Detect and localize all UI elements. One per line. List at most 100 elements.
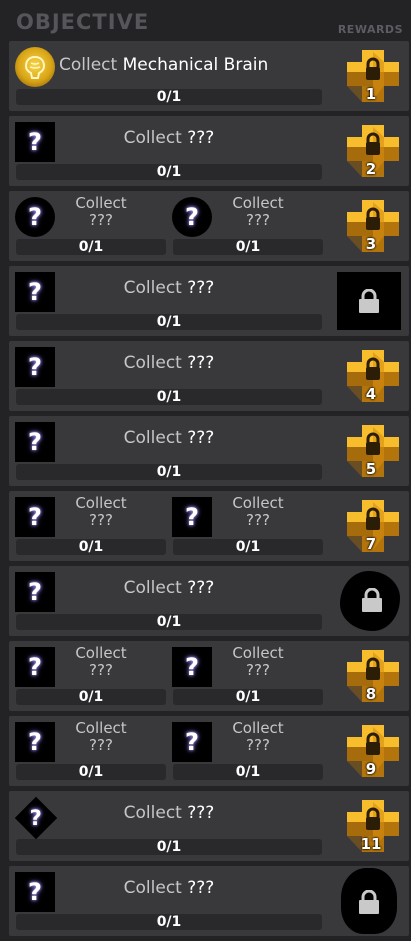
objective-row: ? Collect ??? 0/1 (9, 866, 409, 936)
objective-label: Collect??? (51, 495, 151, 529)
unknown-mark: ? (28, 203, 42, 231)
objective-row: ? Collect ??? 0/1 2 (9, 116, 409, 186)
item-name: ??? (187, 878, 215, 898)
item-name: ??? (187, 353, 215, 373)
unknown-circle-icon: ? (15, 197, 55, 237)
mechanical-brain-icon (15, 47, 55, 87)
objective-label: Collect Mechanical Brain (59, 55, 268, 75)
objective-label: Collect ??? (9, 803, 329, 823)
collect-prefix: Collect (123, 353, 182, 373)
item-name: ??? (187, 278, 215, 298)
reward-number: 9 (365, 760, 377, 778)
unknown-square-icon: ? (15, 497, 55, 537)
reward-1[interactable]: 1 (343, 46, 403, 106)
item-name: ??? (89, 736, 113, 754)
item-name: ??? (187, 428, 215, 448)
objective-label: Collect??? (208, 195, 308, 229)
objective-label: Collect??? (208, 495, 308, 529)
collect-prefix: Collect (123, 878, 182, 898)
objective-label: Collect??? (51, 195, 151, 229)
objectives-header: OBJECTIVE REWARDS (0, 0, 411, 40)
item-name: ??? (89, 211, 113, 229)
reward-4[interactable]: 4 (343, 346, 403, 406)
collect-prefix: Collect (123, 428, 182, 448)
unknown-square-icon: ? (172, 647, 212, 687)
unknown-square-icon: ? (172, 722, 212, 762)
collect-prefix: Collect (75, 494, 127, 512)
objective-label: Collect??? (208, 720, 308, 754)
item-name: ??? (187, 128, 215, 148)
reward-number: 3 (365, 235, 377, 253)
item-name: ??? (187, 803, 215, 823)
objective-label: Collect ??? (9, 428, 329, 448)
collect-prefix: Collect (123, 578, 182, 598)
collect-prefix: Collect (123, 278, 182, 298)
reward-7[interactable]: 7 (343, 496, 403, 556)
progress-bar: 0/1 (16, 689, 166, 705)
reward-number: 1 (365, 85, 377, 103)
unknown-mark: ? (185, 203, 199, 231)
objective-label: Collect??? (208, 645, 308, 679)
reward-number: 11 (360, 835, 382, 853)
objective-row: ? Collect??? 0/1? Collect??? 0/1 9 (9, 716, 409, 786)
objective-label: Collect ??? (9, 353, 329, 373)
collect-prefix: Collect (232, 719, 284, 737)
objective-title: OBJECTIVE (16, 10, 150, 34)
progress-bar: 0/1 (16, 314, 322, 330)
objective-row: ? Collect ??? 0/1 5 (9, 416, 409, 486)
item-name: Mechanical Brain (122, 55, 269, 75)
reward-9[interactable]: 9 (343, 721, 403, 781)
objective-row: ? Collect??? 0/1? Collect??? 0/1 7 (9, 491, 409, 561)
reward-2[interactable]: 2 (343, 121, 403, 181)
progress-bar: 0/1 (16, 839, 322, 855)
reward-number: 4 (365, 385, 377, 403)
objective-label: Collect ??? (9, 578, 329, 598)
item-name: ??? (89, 661, 113, 679)
item-name: ??? (246, 211, 270, 229)
unknown-mark: ? (28, 728, 42, 756)
reward-8[interactable]: 8 (343, 646, 403, 706)
progress-bar: 0/1 (16, 614, 322, 630)
item-name: ??? (246, 736, 270, 754)
reward-11[interactable]: 11 (343, 796, 403, 856)
progress-bar: 0/1 (16, 539, 166, 555)
item-name: ??? (89, 511, 113, 529)
objective-row: ? Collect??? 0/1? Collect??? 0/1 3 (9, 191, 409, 261)
unknown-mark: ? (185, 503, 199, 531)
unknown-mark: ? (185, 728, 199, 756)
lock-icon (362, 588, 382, 612)
unknown-circle-icon: ? (172, 197, 212, 237)
progress-bar: 0/1 (16, 89, 322, 105)
collect-prefix: Collect (123, 803, 182, 823)
reward-5[interactable]: 5 (343, 421, 403, 481)
unknown-mark: ? (28, 503, 42, 531)
progress-bar: 0/1 (16, 464, 322, 480)
collect-prefix: Collect (123, 128, 182, 148)
unknown-mark: ? (185, 653, 199, 681)
objective-row: ? Collect ??? 0/1 (9, 566, 409, 636)
objective-row: ? Collect??? 0/1? Collect??? 0/1 8 (9, 641, 409, 711)
locked-reward[interactable] (337, 272, 401, 330)
lock-icon (359, 289, 379, 313)
progress-bar: 0/1 (173, 239, 323, 255)
objective-label: Collect??? (51, 720, 151, 754)
unknown-square-icon: ? (15, 722, 55, 762)
reward-3[interactable]: 3 (343, 196, 403, 256)
locked-reward[interactable] (340, 571, 400, 631)
reward-number: 5 (365, 460, 377, 478)
progress-bar: 0/1 (16, 389, 322, 405)
collect-prefix: Collect (59, 55, 118, 75)
objective-label: Collect ??? (9, 878, 329, 898)
objective-row: ? Collect ??? 0/1 (9, 266, 409, 336)
item-name: ??? (246, 661, 270, 679)
collect-prefix: Collect (232, 644, 284, 662)
locked-reward[interactable] (341, 868, 397, 934)
reward-number: 8 (365, 685, 377, 703)
objective-label: Collect ??? (9, 128, 329, 148)
unknown-mark: ? (28, 653, 42, 681)
rewards-title: REWARDS (337, 23, 403, 36)
objective-label: Collect??? (51, 645, 151, 679)
item-name: ??? (187, 578, 215, 598)
unknown-square-icon: ? (15, 647, 55, 687)
collect-prefix: Collect (232, 194, 284, 212)
